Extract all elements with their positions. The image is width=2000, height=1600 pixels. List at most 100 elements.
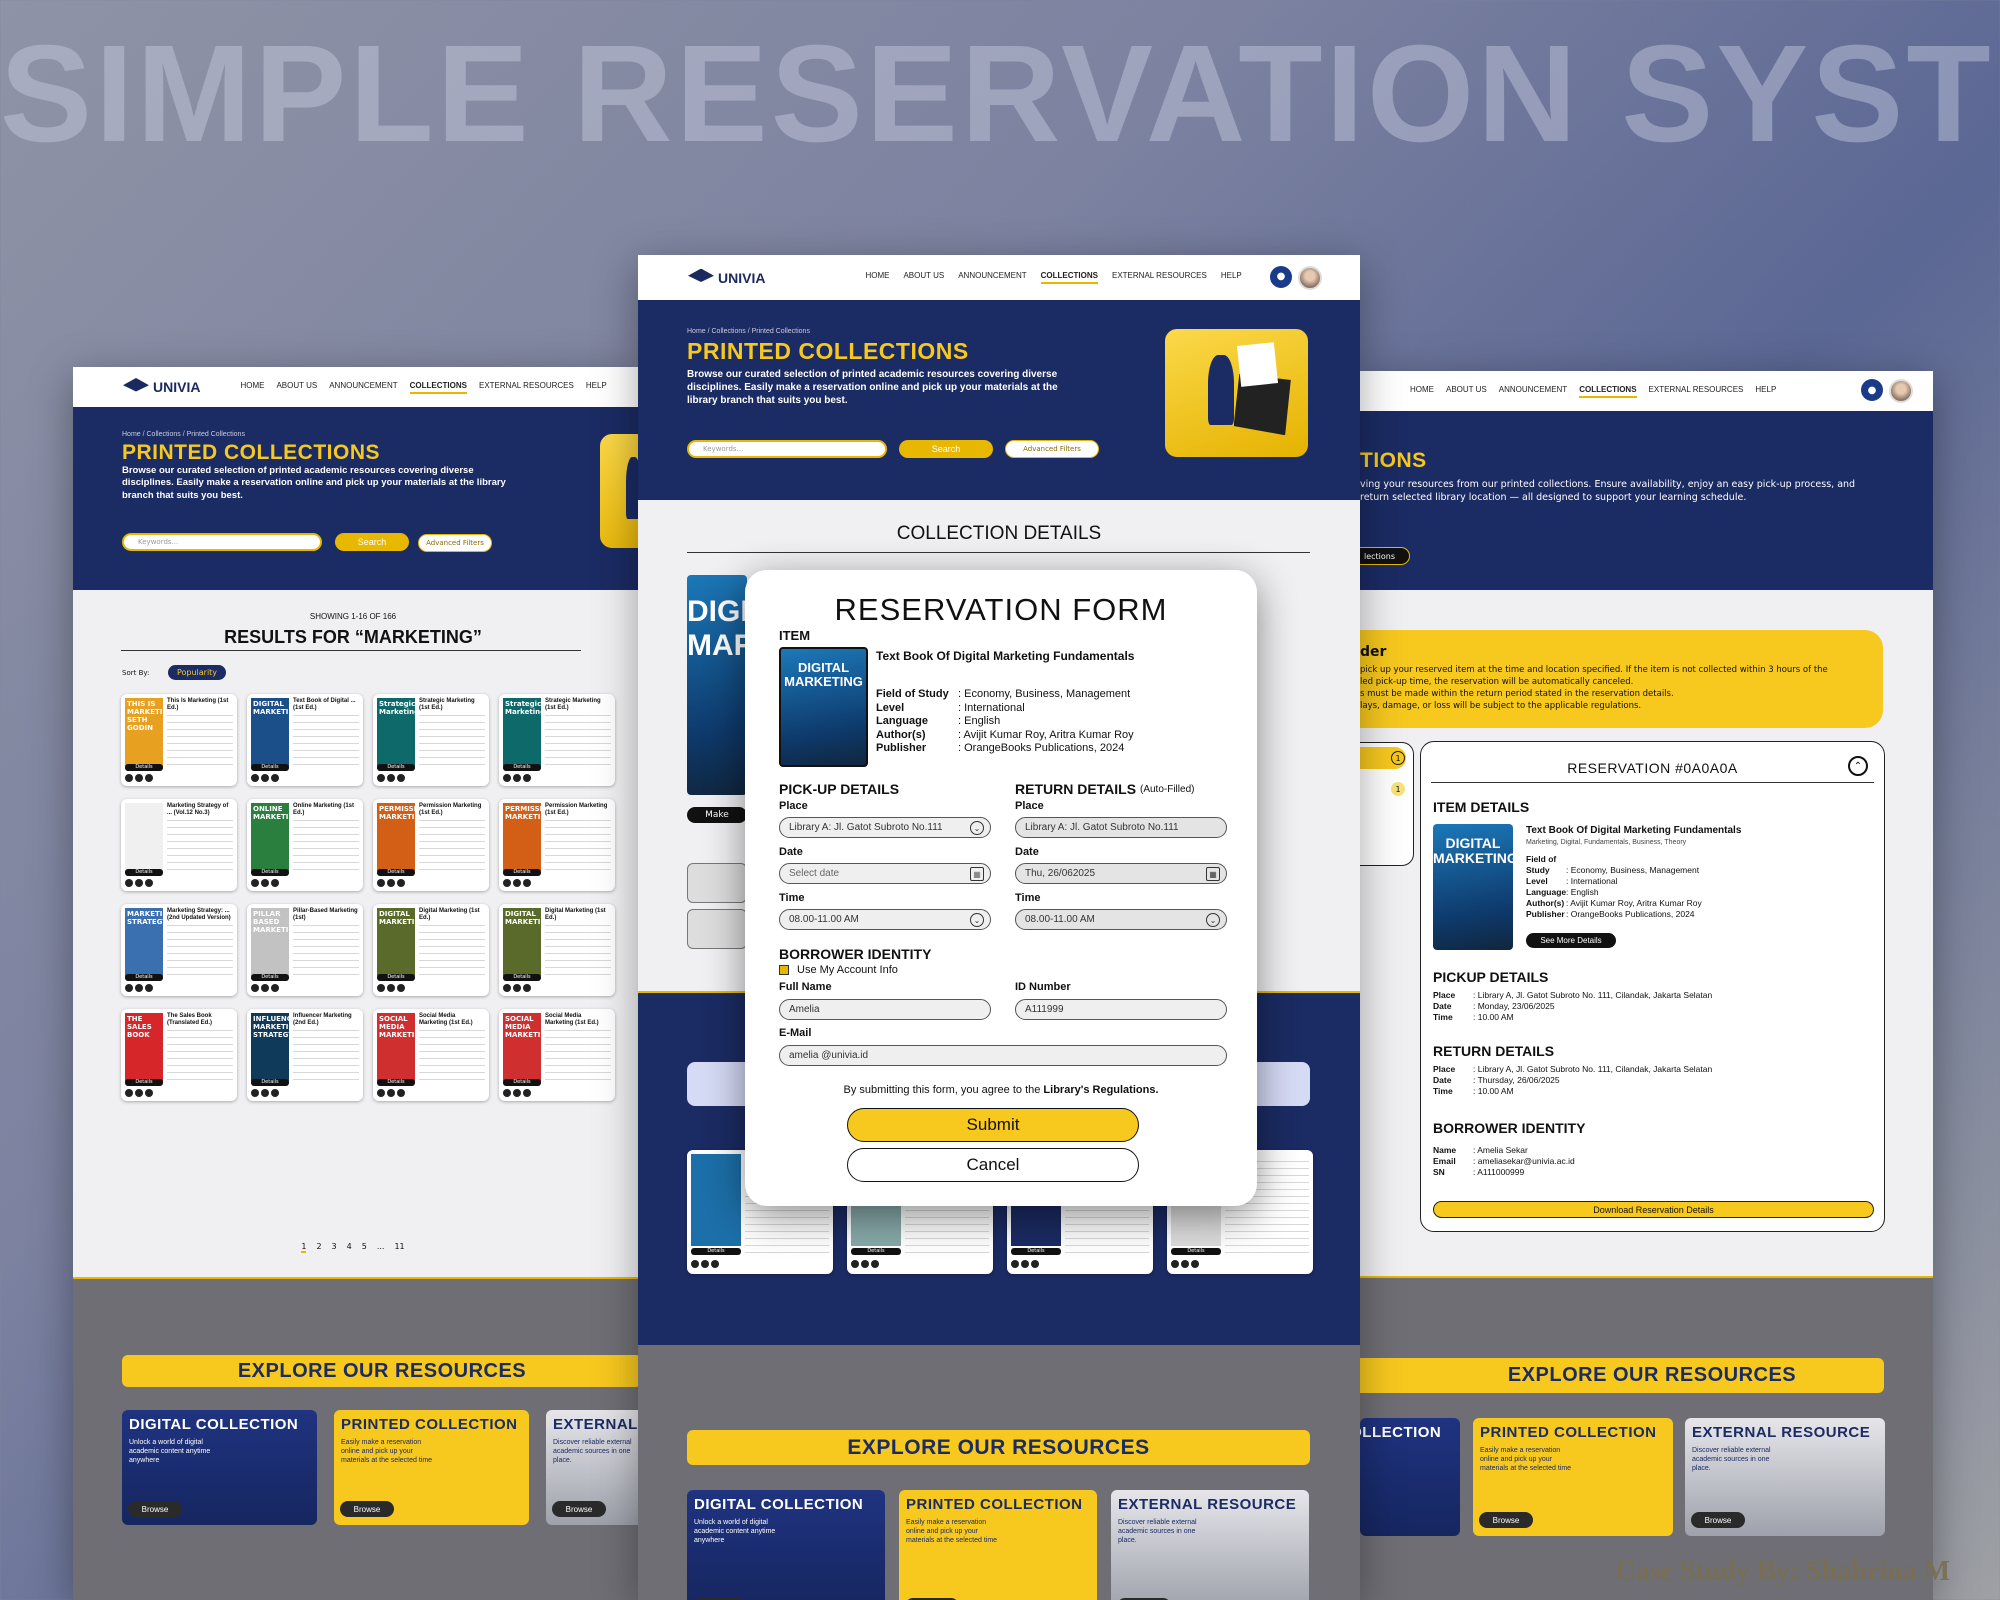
details-button[interactable]: Details — [1171, 1248, 1221, 1255]
link-icon[interactable] — [711, 1260, 719, 1268]
submit-button[interactable]: Submit — [847, 1108, 1139, 1142]
bell-icon[interactable]: ● — [1861, 379, 1883, 401]
see-more-details-button[interactable]: See More Details — [1526, 933, 1616, 948]
details-button[interactable]: Details — [503, 764, 541, 771]
email-input[interactable]: amelia @univia.id — [779, 1045, 1227, 1066]
nav-about[interactable]: ABOUT US — [1446, 385, 1487, 398]
link-icon[interactable] — [145, 1089, 153, 1097]
nav-announcement[interactable]: ANNOUNCEMENT — [958, 271, 1026, 284]
book-card[interactable]: MARKETING STRATEGY Marketing Strategy: ..… — [121, 904, 237, 996]
make-reservation-button[interactable]: Make — [687, 807, 747, 823]
share-icon[interactable] — [135, 1089, 143, 1097]
link-icon[interactable] — [271, 984, 279, 992]
details-button[interactable]: Details — [125, 1079, 163, 1086]
share-icon[interactable] — [861, 1260, 869, 1268]
nav-home[interactable]: HOME — [1410, 385, 1434, 398]
cancel-button[interactable]: Cancel — [847, 1148, 1139, 1182]
book-card[interactable]: DIGITAL MARKETING Digital Marketing (1st … — [499, 904, 615, 996]
link-icon[interactable] — [397, 774, 405, 782]
printed-collection-card[interactable]: PRINTED COLLECTION Easily make a reserva… — [1473, 1418, 1673, 1536]
nav-collections[interactable]: COLLECTIONS — [1040, 271, 1098, 284]
share-icon[interactable] — [261, 1089, 269, 1097]
share-icon[interactable] — [261, 984, 269, 992]
page-4[interactable]: 4 — [347, 1242, 352, 1253]
nav-collections[interactable]: COLLECTIONS — [1579, 385, 1637, 398]
bookmark-icon[interactable] — [377, 1089, 385, 1097]
external-resource-card[interactable]: EXTERNAL RESOURCE Discover reliable exte… — [1685, 1418, 1885, 1536]
bookmark-icon[interactable] — [125, 1089, 133, 1097]
sort-dropdown[interactable]: Popularity — [168, 665, 226, 680]
book-card[interactable]: ONLINE MARKETING Online Marketing (1st Ed… — [247, 799, 363, 891]
link-icon[interactable] — [523, 774, 531, 782]
details-button[interactable]: Details — [377, 869, 415, 876]
link-icon[interactable] — [523, 1089, 531, 1097]
page-5[interactable]: 5 — [362, 1242, 367, 1253]
details-button[interactable]: Details — [251, 974, 289, 981]
browse-printed-button[interactable]: Browse — [340, 1501, 394, 1517]
link-icon[interactable] — [271, 774, 279, 782]
page-2[interactable]: 2 — [316, 1242, 321, 1253]
share-icon[interactable] — [513, 879, 521, 887]
full-name-input[interactable]: Amelia — [779, 999, 991, 1020]
book-card[interactable]: INFLUENCER MARKETING STRATEGY Influencer … — [247, 1009, 363, 1101]
bookmark-icon[interactable] — [503, 879, 511, 887]
link-icon[interactable] — [523, 984, 531, 992]
search-input[interactable]: Keywords... — [687, 440, 887, 458]
book-card[interactable]: THE SALES BOOK The Sales Book (Translated… — [121, 1009, 237, 1101]
digital-collection-card[interactable]: DIGITAL COLLECTION Unlock a world of dig… — [687, 1490, 885, 1600]
bookmark-icon[interactable] — [1011, 1260, 1019, 1268]
share-icon[interactable] — [135, 879, 143, 887]
book-card[interactable]: PERMISSION MARKETING Permission Marketing… — [499, 799, 615, 891]
bookmark-icon[interactable] — [377, 879, 385, 887]
nav-help[interactable]: HELP — [1221, 271, 1242, 284]
share-icon[interactable] — [387, 1089, 395, 1097]
details-button[interactable]: Details — [851, 1248, 901, 1255]
regulations-link[interactable]: Library's Regulations. — [1043, 1084, 1158, 1096]
book-card[interactable]: Strategic Marketing Strategic Marketing (… — [499, 694, 615, 786]
details-button[interactable]: Details — [691, 1248, 741, 1255]
brand-logo[interactable]: UNIVIA — [123, 378, 200, 396]
printed-collection-card[interactable]: PRINTED COLLECTION Easily make a reserva… — [899, 1490, 1097, 1600]
digital-collection-card[interactable]: DIGITAL COLLECTION — [1360, 1418, 1460, 1536]
book-card[interactable]: THIS IS MARKETING SETH GODIN This Is Mark… — [121, 694, 237, 786]
link-icon[interactable] — [397, 879, 405, 887]
search-input[interactable]: Keywords... — [122, 533, 322, 551]
bookmark-icon[interactable] — [251, 1089, 259, 1097]
browse-external-button[interactable]: Browse — [1691, 1512, 1745, 1528]
link-icon[interactable] — [145, 774, 153, 782]
details-button[interactable]: Details — [251, 869, 289, 876]
details-button[interactable]: Details — [503, 1079, 541, 1086]
search-button[interactable]: Search — [899, 440, 993, 458]
link-icon[interactable] — [523, 879, 531, 887]
book-card[interactable]: PILLAR BASED MARKETING Pillar-Based Marke… — [247, 904, 363, 996]
link-icon[interactable] — [397, 1089, 405, 1097]
share-icon[interactable] — [513, 984, 521, 992]
details-button[interactable]: Details — [125, 764, 163, 771]
book-card[interactable]: Strategic Marketing Strategic Marketing (… — [373, 694, 489, 786]
bookmark-icon[interactable] — [851, 1260, 859, 1268]
link-icon[interactable] — [271, 1089, 279, 1097]
details-button[interactable]: Details — [251, 1079, 289, 1086]
details-button[interactable]: Details — [1011, 1248, 1061, 1255]
id-number-input[interactable]: A111999 — [1015, 999, 1227, 1020]
book-card[interactable]: Marketing Strategy of ... (Vol.12 No.3) D… — [121, 799, 237, 891]
book-card[interactable]: PERMISSION MARKETING Permission Marketing… — [373, 799, 489, 891]
detail-action-box-1[interactable] — [687, 863, 747, 903]
bookmark-icon[interactable] — [377, 774, 385, 782]
bookmark-icon[interactable] — [503, 774, 511, 782]
external-resource-card[interactable]: EXTERNAL RESOURCE Discover reliable exte… — [1111, 1490, 1309, 1600]
share-icon[interactable] — [1021, 1260, 1029, 1268]
nav-home[interactable]: HOME — [865, 271, 889, 284]
link-icon[interactable] — [145, 984, 153, 992]
book-card[interactable]: SOCIAL MEDIA MARKETING Social Media Marke… — [499, 1009, 615, 1101]
detail-action-box-2[interactable] — [687, 909, 747, 949]
share-icon[interactable] — [513, 1089, 521, 1097]
share-icon[interactable] — [701, 1260, 709, 1268]
bookmark-icon[interactable] — [251, 879, 259, 887]
nav-help[interactable]: HELP — [1755, 385, 1776, 398]
details-button[interactable]: Details — [377, 764, 415, 771]
bookmark-icon[interactable] — [691, 1260, 699, 1268]
link-icon[interactable] — [871, 1260, 879, 1268]
share-icon[interactable] — [135, 774, 143, 782]
book-card[interactable]: DIGITAL MARKETING Digital Marketing (1st … — [373, 904, 489, 996]
